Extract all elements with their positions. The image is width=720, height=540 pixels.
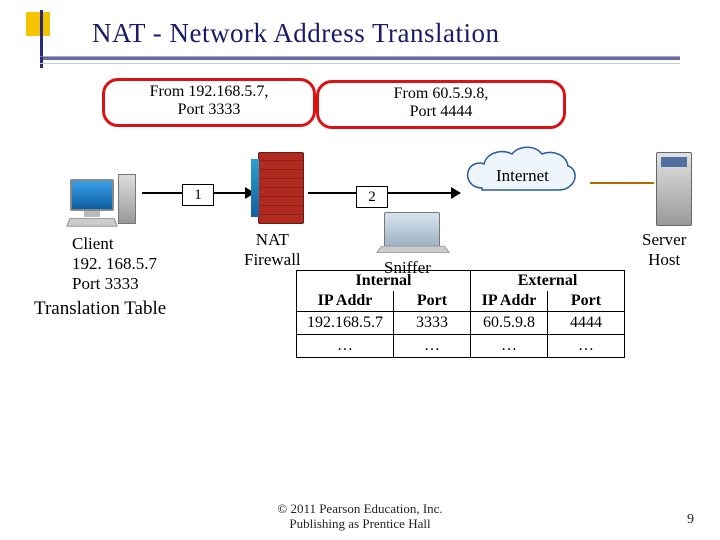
cell-e-port: … — [548, 335, 625, 358]
cell-e-ip: … — [471, 335, 548, 358]
cell-i-port: … — [394, 335, 471, 358]
cell-i-port: 3333 — [394, 312, 471, 335]
internet-label: Internet — [496, 166, 549, 186]
sniffer-laptop-icon — [384, 212, 440, 248]
firewall-label-l1: NAT — [244, 230, 301, 250]
th-internal: Internal — [297, 271, 471, 292]
nat-firewall-icon — [258, 152, 304, 224]
th-internal-port: Port — [394, 291, 471, 312]
packet-after-nat-callout: From 60.5.9.8, Port 4444 — [316, 80, 566, 129]
server-label-l1: Server — [642, 230, 686, 250]
copyright-line-2: Publishing as Prentice Hall — [0, 516, 720, 532]
translation-table-caption: Translation Table — [34, 298, 166, 320]
client-port: Port 3333 — [72, 274, 157, 294]
step-2-label: 2 — [356, 186, 388, 208]
page-number: 9 — [687, 512, 694, 528]
step-1-label: 1 — [182, 184, 214, 206]
th-external-port: Port — [548, 291, 625, 312]
server-label-l2: Host — [642, 250, 686, 270]
internet-cloud-icon: Internet — [462, 144, 592, 208]
server-host-icon — [656, 152, 692, 226]
packet-after-line1: From 60.5.9.8, — [325, 85, 557, 103]
cell-i-ip: … — [297, 335, 394, 358]
firewall-label-l2: Firewall — [244, 250, 301, 270]
th-external-ip: IP Addr — [471, 291, 548, 312]
packet-before-line2: Port 3333 — [111, 101, 307, 119]
packet-before-nat-callout: From 192.168.5.7, Port 3333 — [102, 78, 316, 127]
cloud-to-server-link — [590, 182, 654, 184]
th-internal-ip: IP Addr — [297, 291, 394, 312]
title-rule-shadow — [40, 63, 680, 64]
th-external: External — [471, 271, 625, 292]
title-accent-square — [26, 12, 50, 36]
client-label: Client — [72, 234, 157, 254]
cell-e-port: 4444 — [548, 312, 625, 335]
packet-before-line1: From 192.168.5.7, — [111, 83, 307, 101]
cell-e-ip: 60.5.9.8 — [471, 312, 548, 335]
table-row: 192.168.5.7 3333 60.5.9.8 4444 — [297, 312, 625, 335]
slide-title: NAT - Network Address Translation — [92, 18, 500, 49]
cell-i-ip: 192.168.5.7 — [297, 312, 394, 335]
client-ip: 192. 168.5.7 — [72, 254, 157, 274]
copyright-line-1: © 2011 Pearson Education, Inc. — [0, 501, 720, 517]
client-keyboard-icon — [66, 218, 118, 227]
title-rule-horizontal — [40, 56, 680, 60]
table-row: … … … … — [297, 335, 625, 358]
client-tower-icon — [118, 174, 136, 224]
translation-table: Internal External IP Addr Port IP Addr P… — [296, 270, 625, 358]
client-monitor-icon — [70, 179, 114, 211]
packet-after-line2: Port 4444 — [325, 103, 557, 121]
